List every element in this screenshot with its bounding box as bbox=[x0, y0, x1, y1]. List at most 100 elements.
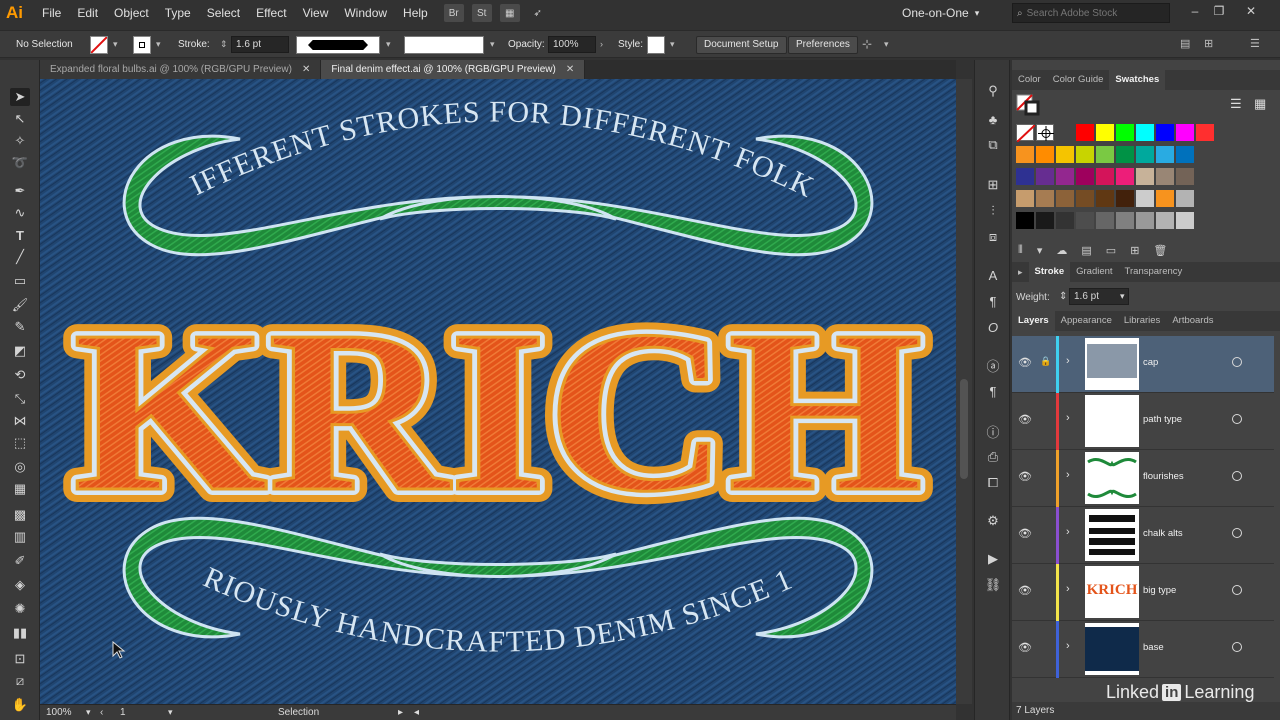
transform-icon[interactable]: ⊞ bbox=[983, 176, 1003, 194]
document-setup-button[interactable]: Document Setup bbox=[696, 36, 787, 54]
new-swatch-icon[interactable]: ⊞ bbox=[1130, 244, 1139, 260]
swatch[interactable] bbox=[1156, 124, 1174, 141]
swatch[interactable] bbox=[1096, 146, 1114, 163]
preferences-button[interactable]: Preferences bbox=[788, 36, 858, 54]
tab-artboards[interactable]: Artboards bbox=[1166, 311, 1219, 331]
layer-row[interactable]: 👁 › base bbox=[1012, 621, 1274, 678]
layer-row[interactable]: 👁 › KRICH big type bbox=[1012, 564, 1274, 621]
chevron-down-icon[interactable]: ▾ bbox=[156, 39, 161, 50]
search-input[interactable] bbox=[1026, 7, 1157, 19]
swatch[interactable] bbox=[1096, 168, 1114, 185]
swatch[interactable] bbox=[1156, 190, 1174, 207]
artboard-tool-icon[interactable]: ⊡ bbox=[10, 650, 30, 668]
swatch[interactable] bbox=[1036, 190, 1054, 207]
swatch[interactable] bbox=[1136, 146, 1154, 163]
align-icon[interactable]: ⊹ bbox=[862, 37, 872, 51]
chevron-down-icon[interactable]: ▾ bbox=[168, 707, 278, 718]
brush-definition[interactable] bbox=[404, 36, 484, 54]
expand-chevron-icon[interactable]: › bbox=[1066, 583, 1070, 595]
visibility-eye-icon[interactable]: 👁 bbox=[1018, 470, 1032, 484]
link-chain-icon[interactable]: ⛓ bbox=[983, 576, 1003, 594]
line-tool-icon[interactable]: ╱ bbox=[10, 248, 30, 266]
visibility-eye-icon[interactable]: 👁 bbox=[1018, 641, 1032, 655]
expand-chevron-icon[interactable]: › bbox=[1066, 469, 1070, 481]
free-transform-tool-icon[interactable]: ⬚ bbox=[10, 434, 30, 452]
expand-chevron-icon[interactable]: › bbox=[1066, 526, 1070, 538]
tab-appearance[interactable]: Appearance bbox=[1055, 311, 1118, 331]
hand-tool-icon[interactable]: ✋ bbox=[10, 696, 30, 714]
collapse-icon[interactable]: ▸ bbox=[1012, 262, 1029, 282]
swatch[interactable] bbox=[1176, 168, 1194, 185]
swatch[interactable] bbox=[1016, 146, 1034, 163]
delete-swatch-icon[interactable]: 🗑 bbox=[1153, 244, 1167, 260]
slice-tool-icon[interactable]: ⧄ bbox=[10, 672, 30, 690]
stock-search[interactable]: ⌕ bbox=[1012, 3, 1170, 23]
layer-row[interactable]: 👁 › path type bbox=[1012, 393, 1274, 450]
list-view-icon[interactable]: ☰ bbox=[1230, 96, 1242, 112]
chevron-down-icon[interactable]: ▾ bbox=[490, 39, 495, 50]
menu-edit[interactable]: Edit bbox=[69, 0, 106, 26]
pathfinder-icon[interactable]: ⧈ bbox=[983, 228, 1003, 246]
target-circle-icon[interactable] bbox=[1232, 642, 1242, 652]
swatch[interactable] bbox=[1016, 190, 1034, 207]
character-icon[interactable]: A bbox=[983, 266, 1003, 284]
tab-layers[interactable]: Layers bbox=[1012, 311, 1055, 331]
target-circle-icon[interactable] bbox=[1232, 357, 1242, 367]
rotate-tool-icon[interactable]: ⟲ bbox=[10, 366, 30, 384]
puppet-warp-icon[interactable]: ⚲ bbox=[983, 82, 1003, 100]
workspace-switcher[interactable]: One-on-One ▾ bbox=[902, 4, 979, 22]
tab-color[interactable]: Color bbox=[1012, 70, 1047, 90]
swatch[interactable] bbox=[1016, 168, 1034, 185]
layer-row[interactable]: 👁 › chalk alts bbox=[1012, 507, 1274, 564]
close-icon[interactable]: ✕ bbox=[566, 64, 574, 75]
swatch[interactable] bbox=[1056, 146, 1074, 163]
type-tool-icon[interactable]: T bbox=[10, 226, 30, 244]
color-group-icon[interactable]: ▭ bbox=[1106, 244, 1116, 260]
glyphs-icon[interactable]: ⓐ bbox=[983, 356, 1003, 374]
swatch[interactable] bbox=[1076, 124, 1094, 141]
swatch[interactable] bbox=[1036, 146, 1054, 163]
blend-tool-icon[interactable]: ◈ bbox=[10, 576, 30, 594]
menu-type[interactable]: Type bbox=[157, 0, 199, 26]
chevron-right-icon[interactable]: › bbox=[600, 39, 603, 49]
direct-selection-tool-icon[interactable]: ↖ bbox=[10, 110, 30, 128]
pen-tool-icon[interactable]: ✒ bbox=[10, 182, 30, 200]
eraser-tool-icon[interactable]: ◩ bbox=[10, 342, 30, 360]
weight-stepper[interactable]: ⇕ bbox=[1059, 291, 1067, 302]
lock-icon[interactable]: 🔒 bbox=[1040, 356, 1051, 367]
links-icon[interactable]: ⧠ bbox=[983, 474, 1003, 492]
actions-play-icon[interactable]: ▶ bbox=[983, 550, 1003, 568]
chevron-down-icon[interactable]: ▾ bbox=[1120, 291, 1125, 302]
info-icon[interactable]: ⓘ bbox=[983, 422, 1003, 440]
document-info-icon[interactable]: ⎙ bbox=[983, 448, 1003, 466]
tab-swatches[interactable]: Swatches bbox=[1109, 70, 1166, 90]
graphic-style-swatch[interactable] bbox=[647, 36, 665, 54]
settings-icon[interactable]: ⚙ bbox=[983, 512, 1003, 530]
swatch[interactable] bbox=[1076, 190, 1094, 207]
selection-tool-icon[interactable]: ➤ bbox=[10, 88, 30, 106]
arrange-documents-icon[interactable]: ▦ bbox=[499, 4, 520, 22]
swatch[interactable] bbox=[1136, 168, 1154, 185]
opentype-icon[interactable]: O bbox=[983, 318, 1003, 336]
expand-chevron-icon[interactable]: › bbox=[1066, 412, 1070, 424]
swatch[interactable] bbox=[1036, 212, 1054, 229]
swatch[interactable] bbox=[1156, 146, 1174, 163]
chevron-down-icon[interactable]: ▾ bbox=[113, 39, 118, 50]
stock-icon[interactable]: St bbox=[471, 4, 492, 22]
symbols-icon[interactable]: ♣ bbox=[983, 110, 1003, 128]
layer-row[interactable]: 👁 › flourishes bbox=[1012, 450, 1274, 507]
tab-expanded-floral-bulbs[interactable]: Expanded floral bulbs.ai @ 100% (RGB/GPU… bbox=[40, 60, 322, 79]
menu-file[interactable]: File bbox=[34, 0, 69, 26]
cloud-icon[interactable]: ☁ bbox=[1056, 244, 1067, 260]
scroll-thumb[interactable] bbox=[960, 379, 968, 479]
swatch[interactable] bbox=[1176, 212, 1194, 229]
target-circle-icon[interactable] bbox=[1232, 471, 1242, 481]
paragraph-styles-icon[interactable]: ¶ bbox=[983, 382, 1003, 400]
chevron-down-icon[interactable]: ▾ bbox=[884, 39, 889, 50]
fill-swatch[interactable] bbox=[90, 36, 108, 54]
artboard-canvas[interactable]: DIFFERENT STROKES FOR DIFFERENT FOLKS CU… bbox=[40, 79, 956, 704]
lasso-tool-icon[interactable]: ➰ bbox=[10, 154, 30, 172]
artboard-number[interactable]: 1 bbox=[120, 707, 168, 718]
swatch-none[interactable] bbox=[1016, 124, 1036, 143]
chevron-right-icon[interactable]: ▸ bbox=[398, 707, 414, 718]
